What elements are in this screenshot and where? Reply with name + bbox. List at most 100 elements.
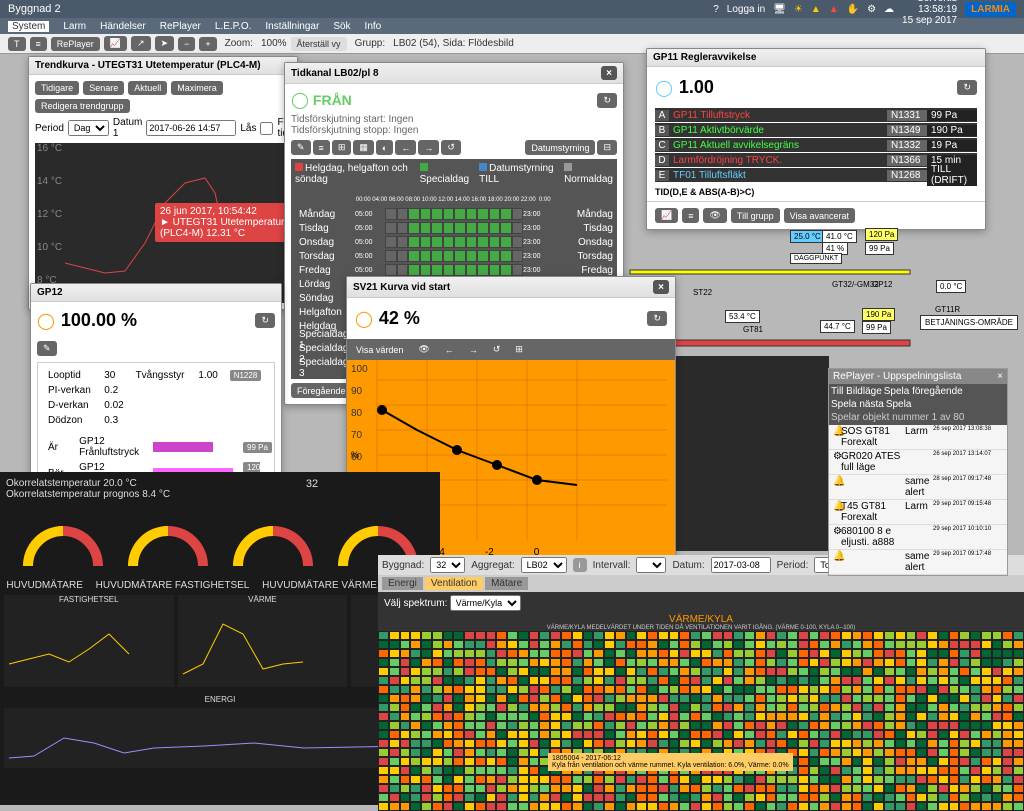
period-label: Period <box>35 123 64 134</box>
trend-title: Trendkurva - UTEGT31 Utetemperatur (PLC4… <box>35 60 261 71</box>
sv21-title: SV21 Kurva vid start <box>353 282 450 293</box>
byggnad-select[interactable]: 32 <box>430 557 465 573</box>
list-icon[interactable]: ≡ <box>682 208 699 223</box>
tool-icon[interactable]: → <box>418 140 439 155</box>
hand-icon[interactable]: ✋ <box>847 4 859 15</box>
cog-icon[interactable]: ⚙ <box>867 4 876 15</box>
intervall-select[interactable] <box>636 557 666 573</box>
nav-icon[interactable]: ⊞ <box>509 342 529 357</box>
login-link[interactable]: Logga in <box>727 4 765 15</box>
eye-icon[interactable]: 👁 <box>703 208 726 223</box>
reload-icon[interactable]: ↻ <box>597 93 617 108</box>
trend-aktuell-button[interactable]: Aktuell <box>128 81 167 95</box>
visa-varden-button[interactable]: Visa värden <box>350 342 409 357</box>
help-icon[interactable]: ? <box>713 4 719 15</box>
eye-icon[interactable]: 👁 <box>412 342 435 357</box>
list-btn[interactable]: Till Bildläge <box>831 386 882 397</box>
list-btn[interactable]: Spela föregående <box>884 386 963 397</box>
close-icon[interactable]: × <box>601 66 617 80</box>
menu-installningar[interactable]: Inställningar <box>265 21 319 32</box>
monitor-icon[interactable]: 🖥 <box>773 4 786 15</box>
list-item[interactable]: 🔔same alert29 sep 2017 09:17:48 <box>829 550 1007 575</box>
tab-ventilation[interactable]: Ventilation <box>425 577 483 590</box>
nav-icon[interactable]: → <box>463 342 484 357</box>
tool-icon[interactable]: ▦ <box>353 140 374 155</box>
tab-matare[interactable]: Mätare <box>485 577 528 590</box>
cloud-icon[interactable]: ☁ <box>884 4 894 15</box>
trend-senare-button[interactable]: Senare <box>83 81 124 95</box>
aggregat-select[interactable]: LB02 <box>521 557 567 573</box>
menu-lepo[interactable]: L.E.P.O. <box>215 21 252 32</box>
datum-input[interactable] <box>146 120 236 136</box>
list-item[interactable]: ⚙GR020 ATES full läge26 sep 2017 13:14:0… <box>829 450 1007 475</box>
period-select[interactable]: Dag <box>68 120 109 136</box>
spektrum-select[interactable]: Värme/Kyla <box>450 595 521 611</box>
till-grupp-button[interactable]: Till grupp <box>731 208 780 223</box>
las-checkbox[interactable] <box>260 122 273 135</box>
list-item[interactable]: 🔔T45 GT81 ForexaltLarm29 sep 2017 09:15:… <box>829 500 1007 525</box>
zoom-out-icon[interactable]: − <box>178 37 195 51</box>
list-item[interactable]: 🔔same alert28 sep 2017 09:17:48 <box>829 475 1007 500</box>
datum-label: Datum: <box>672 560 704 571</box>
byggnad-label: Byggnad: <box>382 560 424 571</box>
menu-info[interactable]: Info <box>365 21 382 32</box>
tool-icon[interactable]: ◐ <box>376 140 393 155</box>
close-icon[interactable]: × <box>653 280 669 294</box>
tree-icon[interactable]: T <box>8 37 26 51</box>
tool-icon[interactable]: ← <box>395 140 416 155</box>
regler-value: 1.00 <box>673 71 720 104</box>
nav-icon[interactable]: ← <box>439 342 460 357</box>
ar-name: GP12 Frånluftstryck <box>75 435 147 459</box>
reload-icon[interactable]: ↻ <box>957 80 977 95</box>
alert-icon[interactable]: ▲ <box>829 4 839 15</box>
energi-chart[interactable] <box>4 708 436 768</box>
replayer-button[interactable]: RePlayer <box>51 37 100 51</box>
menu-handelser[interactable]: Händelser <box>100 21 146 32</box>
menu-system[interactable]: System <box>8 21 49 32</box>
warning-icon[interactable]: ▲ <box>811 4 821 15</box>
reset-view-button[interactable]: Återställ vy <box>291 37 347 51</box>
foregaende-button[interactable]: Föregående <box>291 383 352 398</box>
ar-label: Är <box>44 435 73 459</box>
tool-icon[interactable]: ↺ <box>441 140 461 155</box>
chart-varme[interactable]: VÄRME <box>178 595 348 687</box>
regler-title: GP11 Regleravvikelse <box>653 52 756 63</box>
trend-chart[interactable]: 16 °C 14 °C 12 °C 10 °C 8 °C 26 jun 2017… <box>35 143 291 303</box>
list-btn[interactable]: Spela <box>886 399 912 410</box>
nav-icon[interactable]: ↗ <box>131 36 151 51</box>
menu-sok[interactable]: Sök <box>333 21 350 32</box>
spectrum-datum-input[interactable] <box>711 557 771 573</box>
shift-stop: Tidsförskjutning stopp: Ingen <box>291 125 617 136</box>
list-item[interactable]: 🔔SOS GT81 ForexaltLarm26 sep 2017 13:08:… <box>829 425 1007 450</box>
list-btn[interactable]: Spela nästa <box>831 399 884 410</box>
tab-energi[interactable]: Energi <box>382 577 423 590</box>
trend-tidigare-button[interactable]: Tidigare <box>35 81 79 95</box>
chart-fastighetsel[interactable]: FASTIGHETSEL <box>4 595 174 687</box>
chart-icon[interactable]: 📈 <box>104 36 127 51</box>
tool-icon[interactable]: ≡ <box>313 140 330 155</box>
spectrum-heatmap[interactable] <box>378 631 1024 811</box>
tool-icon[interactable]: ⊟ <box>597 140 617 155</box>
trend-maximera-button[interactable]: Maximera <box>171 81 223 95</box>
menu-larm[interactable]: Larm <box>63 21 86 32</box>
menu-replayer[interactable]: RePlayer <box>160 21 201 32</box>
reload-icon[interactable]: ↻ <box>647 311 667 326</box>
reload-icon[interactable]: ↻ <box>255 313 275 328</box>
list-hint: Spelar objekt nummer 1 av 80 <box>831 412 964 423</box>
info-icon[interactable]: i <box>573 558 587 572</box>
chart-icon[interactable]: 📈 <box>655 208 678 223</box>
arrow-icon[interactable]: ➤ <box>155 36 175 51</box>
tool-icon[interactable]: ⊞ <box>332 140 352 155</box>
list-icon[interactable]: ≡ <box>30 37 47 51</box>
datumstyrning-button[interactable]: Datumstyrning <box>525 140 595 155</box>
close-icon[interactable]: × <box>997 371 1003 382</box>
visa-avancerat-button[interactable]: Visa avancerat <box>784 208 855 223</box>
trend-redigera-button[interactable]: Redigera trendgrupp <box>35 99 130 113</box>
zoom-in-icon[interactable]: + <box>199 37 216 51</box>
edit-icon[interactable]: ✎ <box>37 341 57 356</box>
ar-val: 99 Pa <box>243 442 272 453</box>
dashboard: Okorrelatstemperatur 20.0 °C Okorrelatst… <box>0 472 440 805</box>
list-item[interactable]: ⚙680100 8 e eljusti. a88829 sep 2017 10:… <box>829 525 1007 550</box>
tool-icon[interactable]: ✎ <box>291 140 311 155</box>
nav-icon[interactable]: ↺ <box>487 342 507 357</box>
